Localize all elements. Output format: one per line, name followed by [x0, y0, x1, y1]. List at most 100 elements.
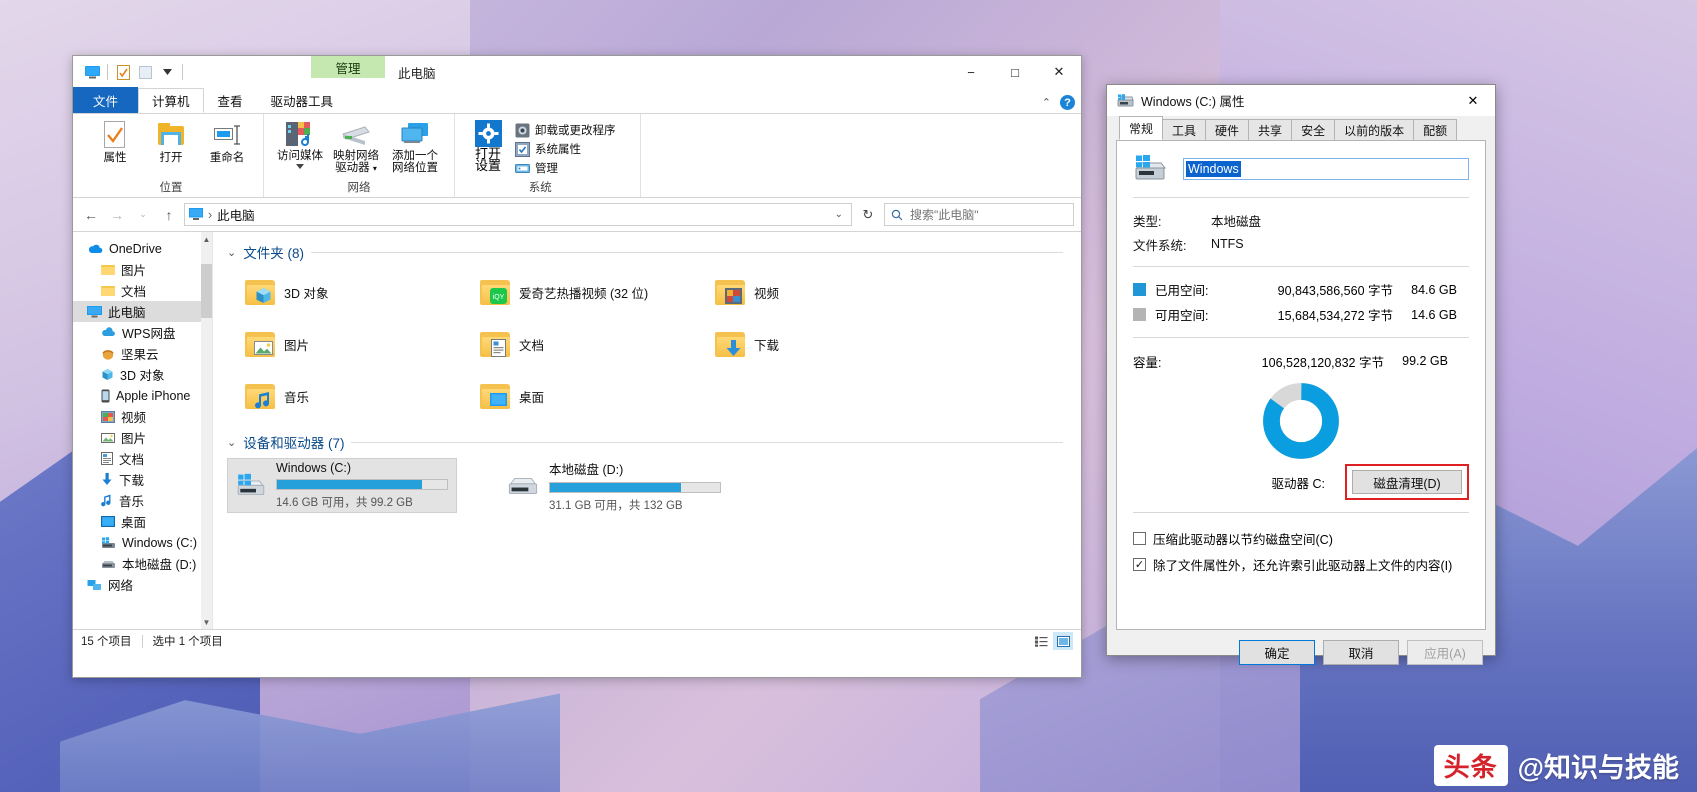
drive-tile-local-disk-d[interactable]: 本地磁盘 (D:) 31.1 GB 可用，共 132 GB: [499, 458, 729, 513]
ribbon-item-uninstall[interactable]: 卸载或更改程序: [515, 122, 616, 138]
sidebar-item-documents[interactable]: 文档: [73, 448, 212, 469]
list-item[interactable]: 图片: [227, 318, 462, 370]
scroll-up-icon[interactable]: ▲: [201, 232, 212, 246]
close-button[interactable]: ✕: [1037, 56, 1081, 88]
ok-button[interactable]: 确定: [1239, 640, 1315, 665]
compress-drive-row[interactable]: 压缩此驱动器以节约磁盘空间(C): [1133, 525, 1469, 551]
sidebar-item-onedrive-documents[interactable]: 文档: [73, 280, 212, 301]
list-item[interactable]: iQY 爱奇艺热播视频 (32 位): [462, 266, 697, 318]
list-item[interactable]: 下载: [697, 318, 932, 370]
sidebar-item-desktop[interactable]: 桌面: [73, 511, 212, 532]
sidebar-item-label: 本地磁盘 (D:): [122, 554, 196, 573]
tab-tools[interactable]: 工具: [1162, 119, 1206, 140]
sidebar-item-this-pc[interactable]: 此电脑: [73, 301, 212, 322]
forward-icon[interactable]: →: [106, 204, 128, 226]
large-icons-view-icon[interactable]: [1053, 632, 1073, 650]
ribbon-button-open[interactable]: 打开: [145, 117, 197, 164]
chevron-down-icon[interactable]: ⌄: [227, 246, 236, 259]
maximize-button[interactable]: □: [993, 56, 1037, 88]
ribbon-button-access-media[interactable]: 访问媒体: [274, 117, 326, 175]
tab-file[interactable]: 文件: [73, 87, 138, 113]
ribbon-button-properties[interactable]: 属性: [89, 117, 141, 164]
sidebar-item-wps-cloud[interactable]: WPS网盘: [73, 322, 212, 343]
details-view-icon[interactable]: [1031, 632, 1051, 650]
group-header-folders[interactable]: ⌄ 文件夹 (8): [227, 242, 1081, 262]
navigation-scrollbar[interactable]: ▲ ▼: [201, 232, 212, 629]
sidebar-item-apple-iphone[interactable]: Apple iPhone: [73, 385, 212, 406]
compress-drive-checkbox[interactable]: [1133, 532, 1146, 545]
up-icon[interactable]: ↑: [158, 204, 180, 226]
dialog-close-button[interactable]: ✕: [1451, 85, 1495, 116]
list-item[interactable]: 音乐: [227, 370, 462, 422]
sidebar-item-music[interactable]: 音乐: [73, 490, 212, 511]
tab-view[interactable]: 查看: [204, 88, 257, 113]
sidebar-item-3d-objects[interactable]: 3D 对象: [73, 364, 212, 385]
refresh-icon[interactable]: ↻: [856, 203, 880, 226]
sidebar-item-pictures[interactable]: 图片: [73, 427, 212, 448]
new-folder-icon[interactable]: [134, 61, 156, 83]
chevron-down-icon[interactable]: ⌄: [835, 209, 847, 220]
address-path-box[interactable]: › 此电脑 ⌄: [184, 203, 852, 226]
back-icon[interactable]: ←: [80, 204, 102, 226]
sidebar-item-onedrive[interactable]: OneDrive: [73, 238, 212, 259]
list-item[interactable]: 视频: [697, 266, 932, 318]
sidebar-item-downloads[interactable]: 下载: [73, 469, 212, 490]
sidebar-item-network[interactable]: 网络: [73, 574, 212, 595]
index-contents-checkbox[interactable]: ✓: [1133, 558, 1146, 571]
cancel-button[interactable]: 取消: [1323, 640, 1399, 665]
this-pc-icon[interactable]: [81, 61, 103, 83]
ribbon-group-location: 属性 打开 重命名 位置: [79, 114, 264, 197]
sidebar-item-nutstore[interactable]: 坚果云: [73, 343, 212, 364]
tab-quota[interactable]: 配额: [1413, 119, 1457, 140]
chevron-down-icon[interactable]: [156, 61, 178, 83]
index-contents-row[interactable]: ✓ 除了文件属性外，还允许索引此驱动器上文件的内容(I): [1133, 551, 1469, 577]
ribbon-button-open-settings[interactable]: 打开设置: [465, 117, 511, 176]
sidebar-item-label: 3D 对象: [120, 365, 164, 384]
sidebar-item-label: 此电脑: [108, 302, 146, 321]
list-item[interactable]: 3D 对象: [227, 266, 462, 318]
search-box[interactable]: [884, 203, 1074, 226]
tab-previous-versions[interactable]: 以前的版本: [1334, 119, 1414, 140]
recent-locations-icon[interactable]: ⌄: [132, 204, 154, 226]
drive-tile-windows-c[interactable]: Windows (C:) 14.6 GB 可用，共 99.2 GB: [227, 458, 457, 513]
sidebar-item-onedrive-pictures[interactable]: 图片: [73, 259, 212, 280]
content-pane: ⌄ 文件夹 (8) 3D 对象 iQY 爱奇艺热播视: [213, 232, 1081, 629]
drives-tile-list: Windows (C:) 14.6 GB 可用，共 99.2 GB 本地磁盘 (…: [227, 458, 1081, 513]
ribbon-button-add-network-location[interactable]: 添加一个网络位置: [386, 117, 444, 175]
help-icon[interactable]: ?: [1060, 95, 1075, 110]
sidebar-item-label: 文档: [121, 281, 146, 300]
collapse-ribbon-icon[interactable]: ⌃: [1042, 96, 1051, 109]
sidebar-item-local-disk-d[interactable]: 本地磁盘 (D:): [73, 553, 212, 574]
ribbon-item-system-properties[interactable]: 系统属性: [515, 141, 616, 157]
properties-icon[interactable]: [112, 61, 134, 83]
status-bar: 15 个项目 选中 1 个项目: [73, 629, 1081, 652]
list-item[interactable]: 桌面: [462, 370, 697, 422]
search-input[interactable]: [908, 207, 1067, 223]
tab-computer[interactable]: 计算机: [138, 88, 204, 113]
minimize-button[interactable]: −: [949, 56, 993, 88]
list-item[interactable]: 文档: [462, 318, 697, 370]
tab-security[interactable]: 安全: [1291, 119, 1335, 140]
tab-hardware[interactable]: 硬件: [1205, 119, 1249, 140]
sidebar-item-videos[interactable]: 视频: [73, 406, 212, 427]
divider: [1133, 266, 1469, 267]
system-properties-icon: [515, 142, 530, 157]
quick-access-toolbar[interactable]: [73, 61, 187, 83]
chevron-down-icon[interactable]: ⌄: [227, 436, 236, 449]
disk-cleanup-button[interactable]: 磁盘清理(D): [1352, 470, 1462, 494]
scroll-down-icon[interactable]: ▼: [201, 615, 212, 629]
group-header-drives[interactable]: ⌄ 设备和驱动器 (7): [227, 432, 1081, 452]
breadcrumb-current[interactable]: 此电脑: [217, 205, 255, 224]
tab-general[interactable]: 常规: [1119, 116, 1163, 140]
ribbon-button-map-drive[interactable]: 映射网络驱动器 ▾: [330, 117, 382, 175]
sidebar-item-windows-c[interactable]: Windows (C:): [73, 532, 212, 553]
tab-drive-tools[interactable]: 驱动器工具: [257, 88, 348, 113]
sidebar-item-label: 桌面: [121, 512, 146, 531]
scrollbar-thumb[interactable]: [201, 264, 212, 318]
ribbon-button-rename[interactable]: 重命名: [201, 117, 253, 164]
volume-label-input[interactable]: Windows: [1183, 158, 1469, 180]
tab-sharing[interactable]: 共享: [1248, 119, 1292, 140]
downloads-icon: [101, 473, 113, 486]
apply-button: 应用(A): [1407, 640, 1483, 665]
ribbon-item-manage[interactable]: 管理: [515, 160, 616, 176]
